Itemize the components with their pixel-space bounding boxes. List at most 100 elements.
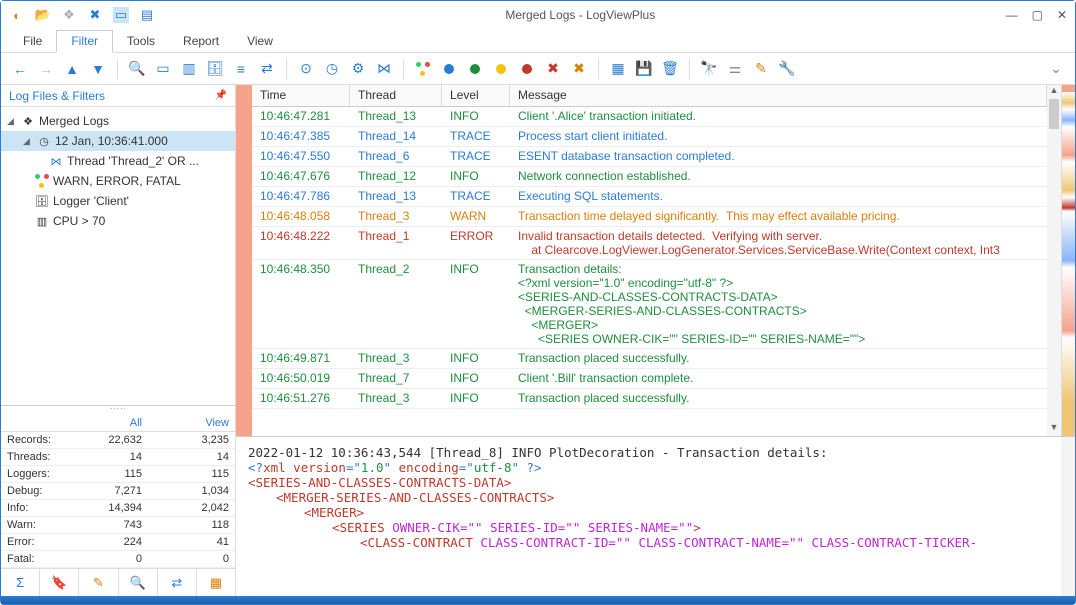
swap-icon[interactable]: ⇄ xyxy=(256,58,278,80)
open-file-icon[interactable]: 📂 xyxy=(35,7,51,23)
grid-body[interactable]: 10:46:47.281Thread_13INFOClient '.Alice'… xyxy=(252,107,1047,436)
overflow-icon[interactable]: ⌄ xyxy=(1045,58,1067,80)
db-filter-icon[interactable]: 🗄 xyxy=(204,58,226,80)
stats-all-header[interactable]: All xyxy=(61,415,148,431)
detail-xml-el: <SERIES-AND-CLASSES-CONTRACTS-DATA> xyxy=(248,475,1063,490)
sliders-icon[interactable]: ⚌ xyxy=(724,58,746,80)
cell-level: INFO xyxy=(442,349,510,367)
maximize-button[interactable]: ▢ xyxy=(1032,8,1043,22)
tools-icon[interactable]: ✖ xyxy=(87,7,103,23)
tree-label: WARN, ERROR, FATAL xyxy=(53,174,181,188)
tab-view[interactable]: View xyxy=(233,31,287,51)
pin-icon[interactable]: 📌 xyxy=(215,90,227,101)
log-grid: Time Thread Level Message 10:46:47.281Th… xyxy=(252,85,1047,436)
level-blue-icon[interactable] xyxy=(438,58,460,80)
delete-icon[interactable]: 🗑 xyxy=(659,58,681,80)
save-icon[interactable]: 💾 xyxy=(633,58,655,80)
cell-level: INFO xyxy=(442,369,510,387)
stats-view-header[interactable]: View xyxy=(148,415,235,431)
sigma-icon[interactable]: Σ xyxy=(1,569,40,596)
log-row[interactable]: 10:46:48.058Thread_3WARNTransaction time… xyxy=(252,207,1047,227)
gear-icon[interactable]: ⚙ xyxy=(347,58,369,80)
level-yellow-icon[interactable] xyxy=(490,58,512,80)
cell-message: Network connection established. xyxy=(510,167,1047,185)
level-red-icon[interactable] xyxy=(516,58,538,80)
log-row[interactable]: 10:46:47.786Thread_13TRACEExecuting SQL … xyxy=(252,187,1047,207)
log-row[interactable]: 10:46:50.019Thread_7INFOClient '.Bill' t… xyxy=(252,369,1047,389)
tab-file[interactable]: File xyxy=(9,31,56,51)
highlight-icon[interactable]: ▭ xyxy=(113,7,129,23)
tab-report[interactable]: Report xyxy=(169,31,233,51)
remove-level-icon[interactable]: ✖ xyxy=(542,58,564,80)
stats-all: 7,271 xyxy=(61,483,148,499)
sidebar-splitter[interactable]: ····· xyxy=(1,405,235,415)
forward-icon[interactable]: → xyxy=(35,58,57,80)
zoom-icon[interactable]: 🔍 xyxy=(119,569,158,596)
list-filter-icon[interactable]: ≡ xyxy=(230,58,252,80)
chip-icon[interactable]: ▦ xyxy=(197,569,235,596)
multi-level-icon[interactable] xyxy=(412,58,434,80)
grid-header: Time Thread Level Message xyxy=(252,85,1047,107)
tree-thread-filter[interactable]: ⋈ Thread 'Thread_2' OR ... xyxy=(1,151,235,171)
stats-view: 41 xyxy=(148,534,235,550)
log-row[interactable]: 🔖10:46:48.222Thread_1ERRORInvalid transa… xyxy=(252,227,1047,260)
tree-date-filter[interactable]: ◢ ◷ 12 Jan, 10:36:41.000 xyxy=(1,131,235,151)
play-icon[interactable]: ⊙ xyxy=(295,58,317,80)
minimize-button[interactable]: — xyxy=(1006,8,1018,22)
col-level-header[interactable]: Level xyxy=(442,85,510,106)
column-filter-icon[interactable]: ▥ xyxy=(178,58,200,80)
layers-icon[interactable]: ❖ xyxy=(61,7,77,23)
bookmark-icon[interactable]: 🔖 xyxy=(40,569,79,596)
tree-cpu-filter[interactable]: ▥ CPU > 70 xyxy=(1,211,235,231)
edit-icon[interactable]: ✎ xyxy=(79,569,118,596)
cell-thread: Thread_3 xyxy=(350,389,442,407)
cell-message: ESENT database transaction completed. xyxy=(510,147,1047,165)
stats-row: Info:14,3942,042 xyxy=(1,500,235,517)
pencil-icon[interactable]: ✎ xyxy=(750,58,772,80)
cell-thread: Thread_7 xyxy=(350,369,442,387)
log-row[interactable]: 10:46:47.281Thread_13INFOClient '.Alice'… xyxy=(252,107,1047,127)
text-filter-icon[interactable]: ▭ xyxy=(152,58,174,80)
col-time-header[interactable]: Time xyxy=(252,85,350,106)
log-row[interactable]: 10:46:47.676Thread_12INFONetwork connect… xyxy=(252,167,1047,187)
log-row[interactable]: 10:46:51.276Thread_3INFOTransaction plac… xyxy=(252,389,1047,409)
clock-icon[interactable]: ◷ xyxy=(321,58,343,80)
stats-row: Error:22441 xyxy=(1,534,235,551)
tree-logger-filter[interactable]: 🗄 Logger 'Client' xyxy=(1,191,235,211)
statusbar xyxy=(1,596,1075,604)
log-row[interactable]: 10:46:48.350Thread_2INFOTransaction deta… xyxy=(252,260,1047,349)
tree-level-filter[interactable]: WARN, ERROR, FATAL xyxy=(1,171,235,191)
grid-icon[interactable]: ▦ xyxy=(607,58,629,80)
search-icon[interactable]: 🔍 xyxy=(126,58,148,80)
col-message-header[interactable]: Message xyxy=(510,85,1047,106)
close-button[interactable]: ✕ xyxy=(1057,8,1067,22)
stats-all: 115 xyxy=(61,466,148,482)
grid-scrollbar[interactable]: ▲ ▼ xyxy=(1047,85,1061,436)
level-green-icon[interactable] xyxy=(464,58,486,80)
col-thread-header[interactable]: Thread xyxy=(350,85,442,106)
stats-row: Warn:743118 xyxy=(1,517,235,534)
detail-pane[interactable]: 2022-01-12 10:36:43,544 [Thread_8] INFO … xyxy=(236,436,1075,596)
refresh-icon[interactable]: ⇄ xyxy=(158,569,197,596)
binoculars-icon[interactable]: 🔭 xyxy=(698,58,720,80)
up-icon[interactable]: ▲ xyxy=(61,58,83,80)
mark-icon[interactable]: ✖ xyxy=(568,58,590,80)
link-icon[interactable]: ⋈ xyxy=(373,58,395,80)
stats-all: 22,632 xyxy=(61,432,148,448)
tab-filter[interactable]: Filter xyxy=(56,30,113,53)
tab-tools[interactable]: Tools xyxy=(113,31,169,51)
log-row[interactable]: 10:46:47.385Thread_14TRACEProcess start … xyxy=(252,127,1047,147)
log-row[interactable]: 10:46:49.871Thread_3INFOTransaction plac… xyxy=(252,349,1047,369)
sidebar-bottom-toolbar: Σ 🔖 ✎ 🔍 ⇄ ▦ xyxy=(1,568,235,596)
sidebar-header: Log Files & Filters 📌 xyxy=(1,85,235,107)
back-icon[interactable]: ← xyxy=(9,58,31,80)
tree-root[interactable]: ◢ ❖ Merged Logs xyxy=(1,111,235,131)
cell-level: INFO xyxy=(442,389,510,407)
wrench-icon[interactable]: 🔧 xyxy=(776,58,798,80)
list-icon[interactable]: ▤ xyxy=(139,7,155,23)
minimap[interactable] xyxy=(1061,85,1075,436)
detail-scrollbar[interactable] xyxy=(1061,437,1075,596)
filter-tree: ◢ ❖ Merged Logs ◢ ◷ 12 Jan, 10:36:41.000… xyxy=(1,107,235,235)
log-row[interactable]: 10:46:47.550Thread_6TRACEESENT database … xyxy=(252,147,1047,167)
down-icon[interactable]: ▼ xyxy=(87,58,109,80)
